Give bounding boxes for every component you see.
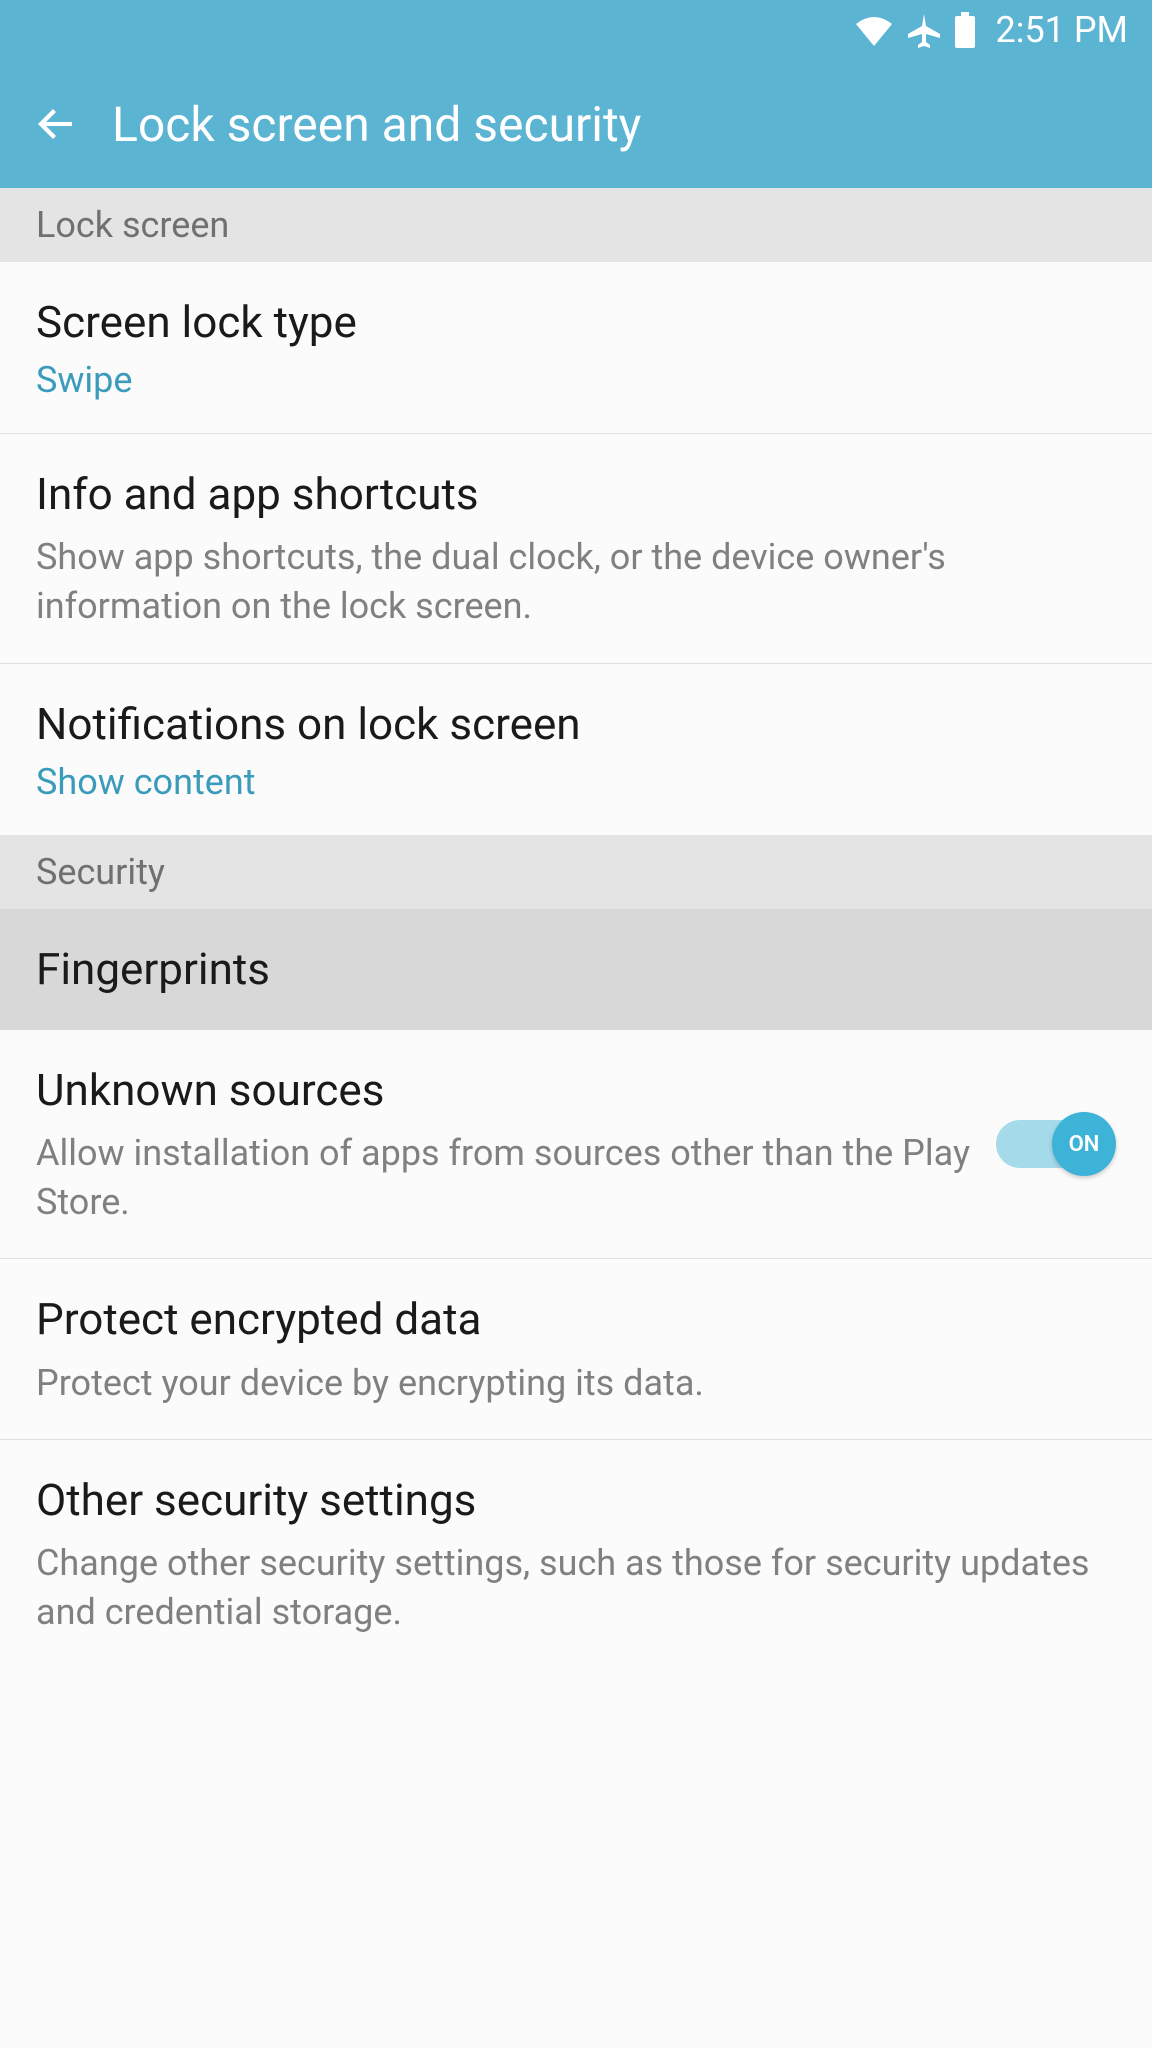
item-subtitle: Swipe bbox=[36, 359, 1116, 401]
item-notifications-lock-screen[interactable]: Notifications on lock screen Show conten… bbox=[0, 664, 1152, 835]
item-description: Show app shortcuts, the dual clock, or t… bbox=[36, 533, 1116, 630]
app-header: Lock screen and security bbox=[0, 60, 1152, 188]
item-fingerprints[interactable]: Fingerprints bbox=[0, 909, 1152, 1030]
item-protect-encrypted[interactable]: Protect encrypted data Protect your devi… bbox=[0, 1259, 1152, 1440]
item-description: Protect your device by encrypting its da… bbox=[36, 1359, 1116, 1408]
item-title: Screen lock type bbox=[36, 294, 1116, 351]
status-time: 2:51 PM bbox=[996, 9, 1129, 51]
toggle-thumb: ON bbox=[1052, 1112, 1116, 1176]
item-subtitle: Show content bbox=[36, 761, 1116, 803]
item-description: Change other security settings, such as … bbox=[36, 1539, 1116, 1636]
item-title: Other security settings bbox=[36, 1472, 1116, 1529]
item-title: Fingerprints bbox=[36, 941, 1116, 998]
item-title: Info and app shortcuts bbox=[36, 466, 1116, 523]
item-title: Unknown sources bbox=[36, 1062, 976, 1119]
item-title: Notifications on lock screen bbox=[36, 696, 1116, 753]
airplane-icon bbox=[906, 12, 942, 48]
back-arrow-icon[interactable] bbox=[32, 100, 80, 148]
battery-icon bbox=[954, 12, 976, 48]
item-unknown-sources[interactable]: Unknown sources Allow installation of ap… bbox=[0, 1030, 1152, 1259]
wifi-icon bbox=[854, 14, 894, 46]
page-title: Lock screen and security bbox=[112, 96, 641, 153]
status-bar: 2:51 PM bbox=[0, 0, 1152, 60]
section-header-lock-screen: Lock screen bbox=[0, 188, 1152, 262]
section-header-security: Security bbox=[0, 835, 1152, 909]
item-title: Protect encrypted data bbox=[36, 1291, 1116, 1348]
item-description: Allow installation of apps from sources … bbox=[36, 1129, 976, 1226]
item-screen-lock-type[interactable]: Screen lock type Swipe bbox=[0, 262, 1152, 434]
toggle-unknown-sources[interactable]: ON bbox=[996, 1112, 1116, 1176]
item-info-shortcuts[interactable]: Info and app shortcuts Show app shortcut… bbox=[0, 434, 1152, 663]
item-other-security[interactable]: Other security settings Change other sec… bbox=[0, 1440, 1152, 1668]
